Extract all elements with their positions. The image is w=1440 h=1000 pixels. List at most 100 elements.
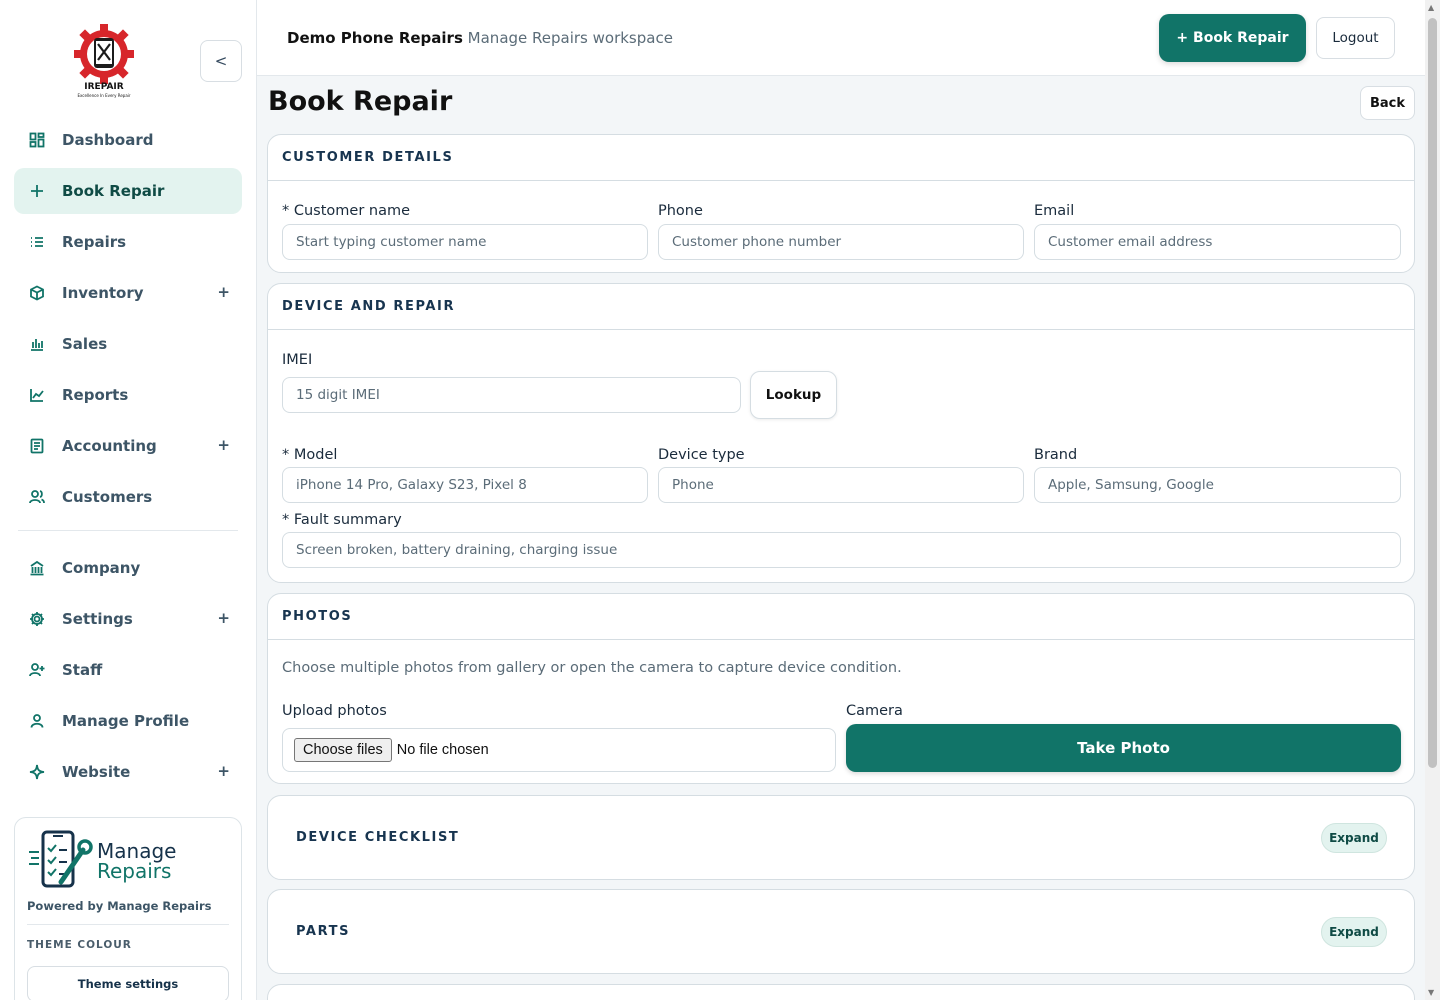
sidebar-item-settings[interactable]: Settings + (14, 596, 242, 642)
theme-colour-label: THEME COLOUR (27, 939, 132, 951)
sidebar-item-label: Manage Profile (62, 712, 190, 730)
device-type-input[interactable]: Phone (658, 467, 1024, 503)
plus-icon (28, 182, 46, 200)
box-icon (28, 284, 46, 302)
page-title: Book Repair (268, 86, 453, 117)
manage-repairs-logo: Manage Repairs (27, 830, 197, 890)
expand-parts-button[interactable]: Expand (1321, 917, 1387, 947)
upload-photos-input[interactable]: Choose files No file chosen (282, 728, 836, 772)
sidebar-item-manage-profile[interactable]: Manage Profile (14, 698, 242, 744)
sidebar-nav: Dashboard Book Repair Repairs Inventory … (14, 117, 242, 800)
collapse-sidebar-button[interactable]: < (200, 40, 242, 82)
sidebar-item-staff[interactable]: Staff (14, 647, 242, 693)
sidebar-item-label: Accounting (62, 437, 157, 455)
list-icon (28, 233, 46, 251)
sidebar-item-website[interactable]: Website + (14, 749, 242, 795)
sidebar-item-label: Staff (62, 661, 103, 679)
device-checklist-heading: DEVICE CHECKLIST (296, 830, 460, 845)
customer-details-card: CUSTOMER DETAILS * Customer name Start t… (267, 134, 1415, 273)
customer-name-label: * Customer name (282, 203, 411, 219)
no-file-text: No file chosen (396, 742, 489, 758)
model-input[interactable]: iPhone 14 Pro, Galaxy S23, Pixel 8 (282, 467, 648, 503)
svg-text:Excellence In Every Repair: Excellence In Every Repair (77, 93, 130, 98)
bar-chart-icon (28, 335, 46, 353)
user-icon (28, 712, 46, 730)
book-repair-button[interactable]: + Book Repair (1159, 14, 1306, 62)
expand-inventory-icon[interactable]: + (217, 283, 230, 301)
brand-divider (27, 924, 229, 925)
phone-label: Phone (658, 203, 703, 219)
scroll-up-arrow-icon[interactable]: ▲ (1428, 3, 1434, 12)
imei-label: IMEI (282, 352, 313, 368)
model-label: * Model (282, 447, 338, 463)
brand-input[interactable]: Apple, Samsung, Google (1034, 467, 1401, 503)
sidebar-item-label: Repairs (62, 233, 127, 251)
sidebar-item-accounting[interactable]: Accounting + (14, 423, 242, 469)
device-checklist-card[interactable]: DEVICE CHECKLIST Expand (267, 795, 1415, 880)
expand-accounting-icon[interactable]: + (217, 436, 230, 454)
sidebar-divider (18, 530, 238, 531)
fault-summary-label: * Fault summary (282, 512, 402, 528)
expand-checklist-button[interactable]: Expand (1321, 823, 1387, 853)
upload-photos-label: Upload photos (282, 703, 387, 719)
workspace-title: Demo Phone Repairs Manage Repairs worksp… (287, 29, 673, 47)
brand-card: Manage Repairs Powered by Manage Repairs… (14, 817, 242, 1000)
users-icon (28, 488, 46, 506)
back-button[interactable]: Back (1360, 86, 1415, 120)
sidebar-item-label: Dashboard (62, 131, 154, 149)
choose-files-button[interactable]: Choose files (294, 738, 392, 762)
brand-label: Brand (1034, 447, 1078, 463)
sparkle-icon (28, 763, 46, 781)
scrollbar-thumb[interactable] (1428, 18, 1437, 768)
sidebar-item-label: Customers (62, 488, 153, 506)
photos-heading: PHOTOS (268, 594, 1414, 640)
sidebar: IREPAIR Excellence In Every Repair < Das… (0, 0, 257, 1000)
sidebar-item-customers[interactable]: Customers (14, 474, 242, 520)
workspace-subtitle: Manage Repairs workspace (467, 29, 673, 47)
expand-website-icon[interactable]: + (217, 762, 230, 780)
sidebar-item-company[interactable]: Company (14, 545, 242, 591)
gear-icon (28, 610, 46, 628)
photos-note: Choose multiple photos from gallery or o… (282, 660, 902, 676)
svg-text:IREPAIR: IREPAIR (84, 82, 124, 92)
theme-settings-button[interactable]: Theme settings (27, 966, 229, 1000)
sidebar-item-dashboard[interactable]: Dashboard (14, 117, 242, 163)
imei-lookup-button[interactable]: Lookup (750, 371, 837, 419)
sidebar-item-label: Inventory (62, 284, 144, 302)
photos-card: PHOTOS Choose multiple photos from galle… (267, 593, 1415, 784)
sidebar-item-inventory[interactable]: Inventory + (14, 270, 242, 316)
next-section-card (267, 984, 1415, 1000)
ledger-icon (28, 437, 46, 455)
line-chart-icon (28, 386, 46, 404)
sidebar-item-book-repair[interactable]: Book Repair (14, 168, 242, 214)
scroll-down-arrow-icon[interactable]: ▼ (1428, 988, 1434, 997)
logout-button[interactable]: Logout (1316, 17, 1395, 59)
dashboard-icon (28, 131, 46, 149)
customer-name-input[interactable]: Start typing customer name (282, 224, 648, 260)
phone-input[interactable]: Customer phone number (658, 224, 1024, 260)
parts-card[interactable]: PARTS Expand (267, 889, 1415, 974)
fault-summary-input[interactable]: Screen broken, battery draining, chargin… (282, 532, 1401, 568)
expand-settings-icon[interactable]: + (217, 609, 230, 627)
sidebar-item-label: Reports (62, 386, 129, 404)
device-type-label: Device type (658, 447, 745, 463)
sidebar-item-reports[interactable]: Reports (14, 372, 242, 418)
customer-details-heading: CUSTOMER DETAILS (268, 135, 1414, 181)
powered-by-text: Powered by Manage Repairs (27, 899, 212, 913)
email-input[interactable]: Customer email address (1034, 224, 1401, 260)
irepair-logo[interactable]: IREPAIR Excellence In Every Repair (68, 22, 140, 100)
sidebar-item-label: Company (62, 559, 141, 577)
user-plus-icon (28, 661, 46, 679)
sidebar-item-repairs[interactable]: Repairs (14, 219, 242, 265)
sidebar-item-label: Sales (62, 335, 108, 353)
device-repair-card: DEVICE AND REPAIR IMEI 15 digit IMEI Loo… (267, 283, 1415, 583)
imei-input[interactable]: 15 digit IMEI (282, 377, 741, 413)
top-bar: Demo Phone Repairs Manage Repairs worksp… (257, 0, 1425, 76)
building-icon (28, 559, 46, 577)
sidebar-item-label: Book Repair (62, 182, 165, 200)
sidebar-item-sales[interactable]: Sales (14, 321, 242, 367)
take-photo-button[interactable]: Take Photo (846, 724, 1401, 772)
parts-heading: PARTS (296, 924, 351, 939)
sidebar-item-label: Website (62, 763, 131, 781)
svg-text:Repairs: Repairs (97, 859, 171, 883)
